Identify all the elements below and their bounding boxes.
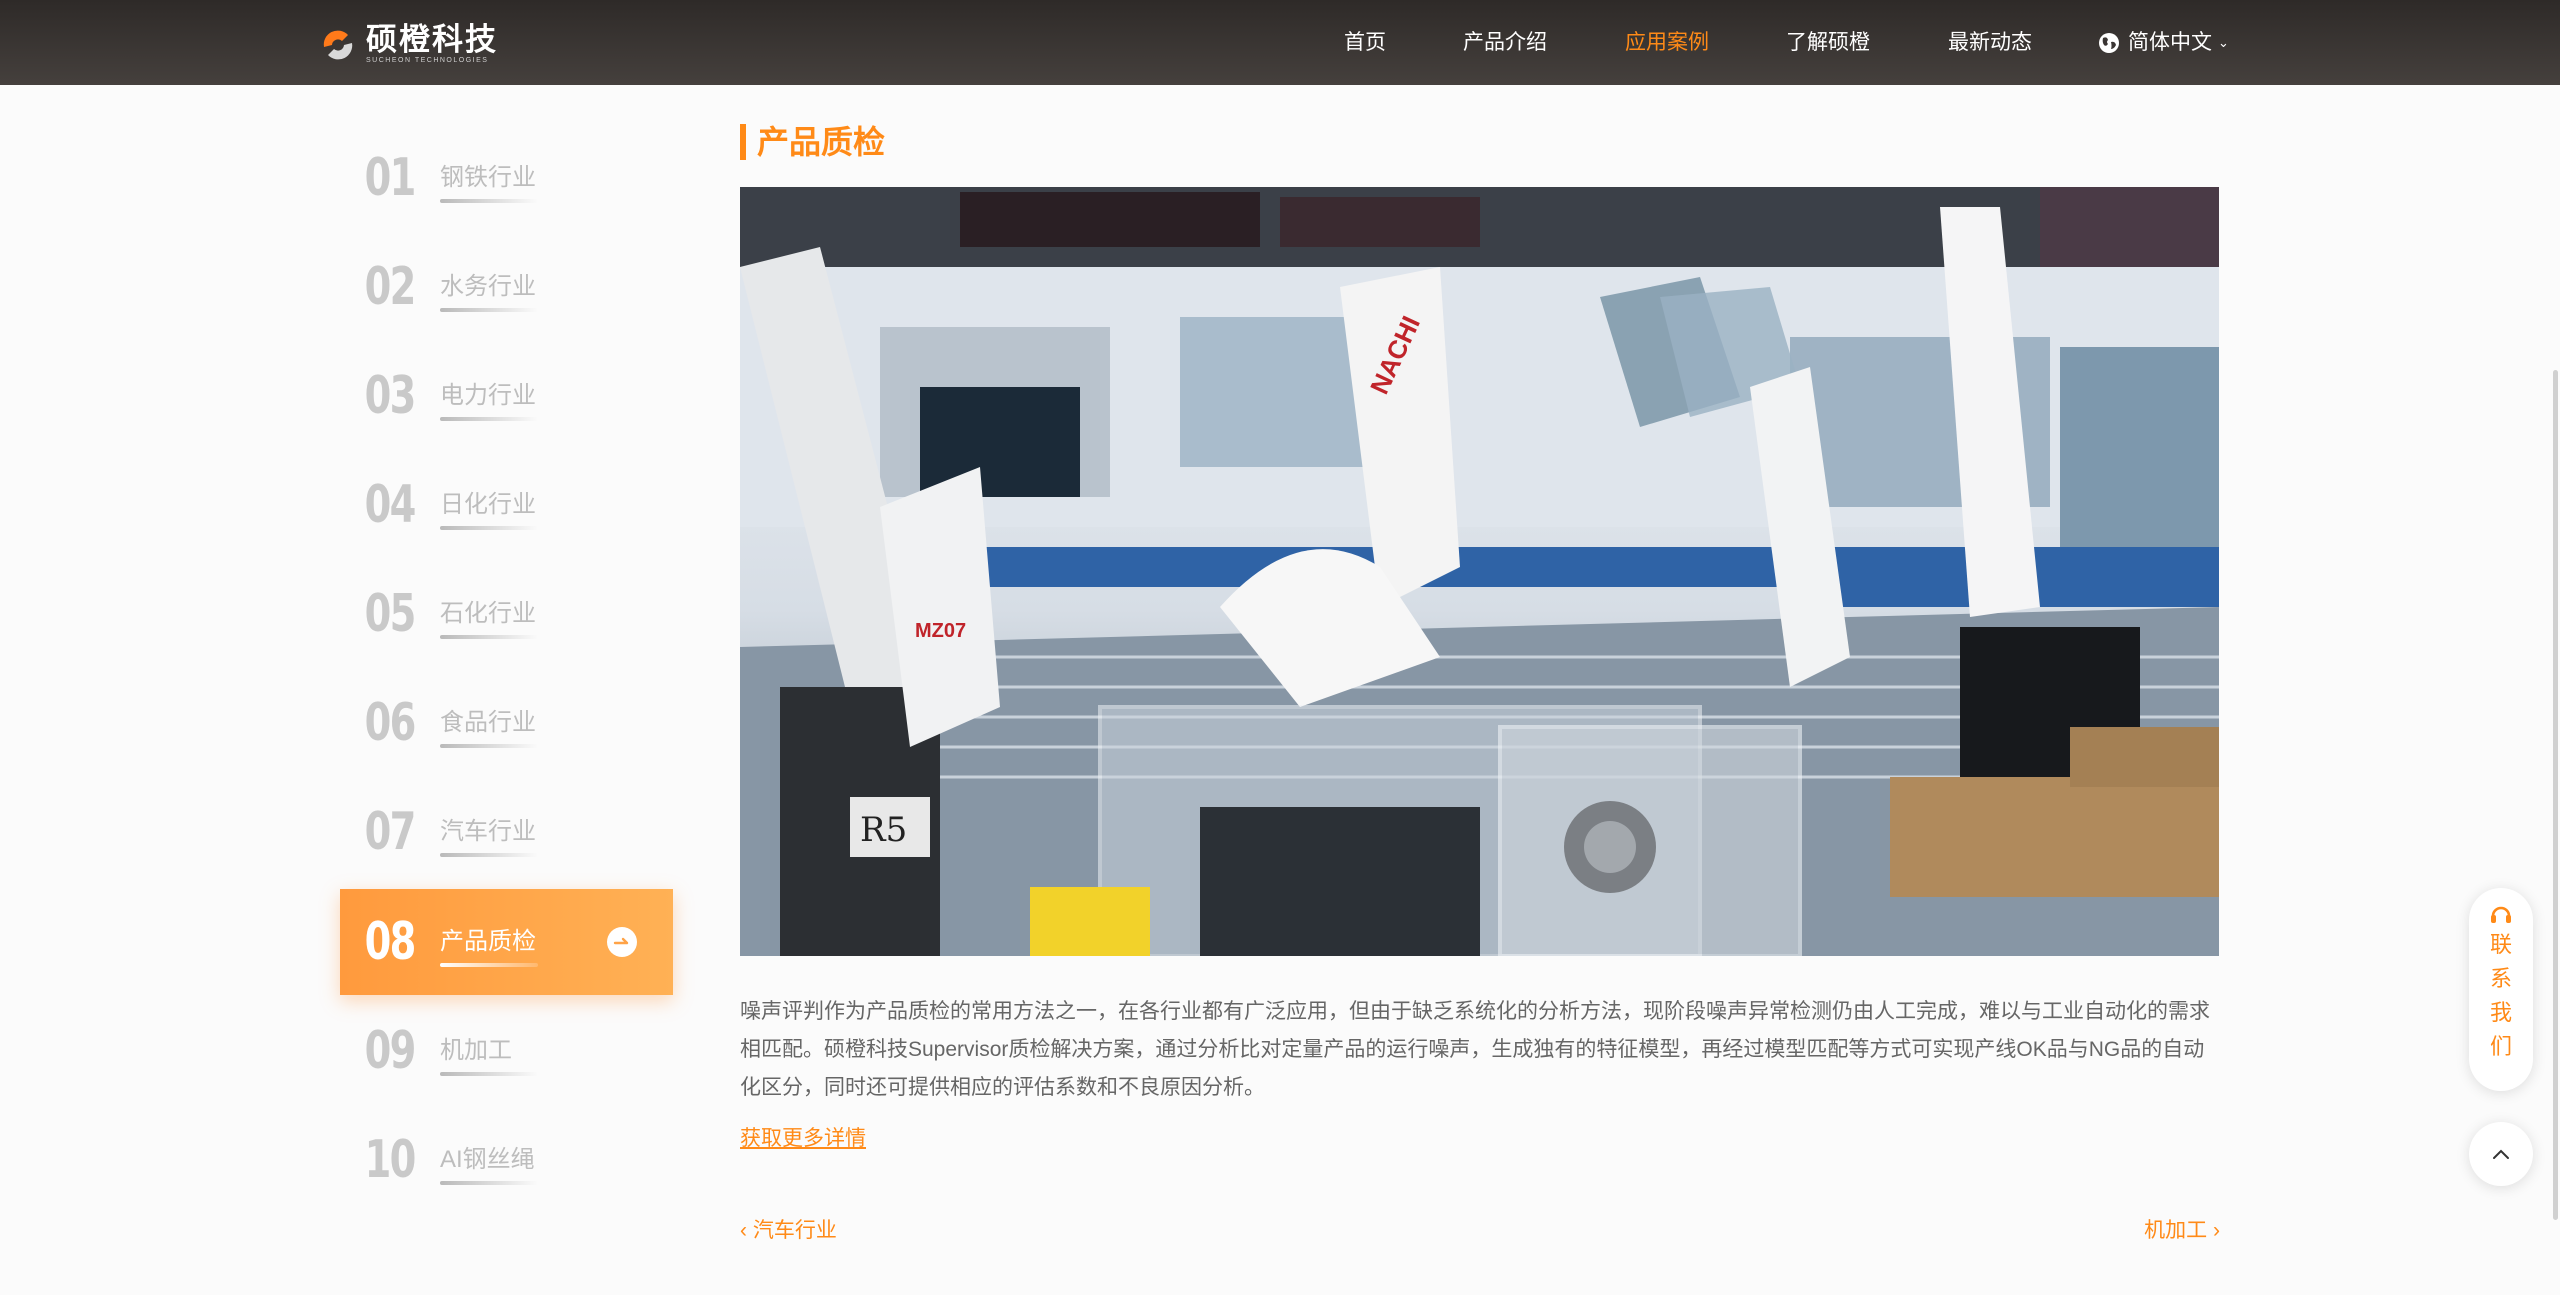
prev-case-link[interactable]: ‹ 汽车行业 bbox=[740, 1216, 837, 1246]
sidebar-item-underline bbox=[440, 417, 538, 421]
nav-item-cases[interactable]: 应用案例 bbox=[1625, 28, 1709, 58]
nav-item-home[interactable]: 首页 bbox=[1344, 28, 1386, 58]
nav-item-news[interactable]: 最新动态 bbox=[1948, 28, 2032, 58]
more-details-link[interactable]: 获取更多详情 bbox=[740, 1124, 866, 1154]
page-title: 产品质检 bbox=[757, 124, 886, 160]
sidebar-item-number: 07 bbox=[364, 802, 417, 862]
sidebar-item-label: 食品行业 bbox=[440, 709, 536, 736]
sidebar-item-underline bbox=[440, 1072, 538, 1076]
sidebar-item-label: 水务行业 bbox=[440, 273, 536, 300]
page-scrollbar[interactable] bbox=[2553, 370, 2558, 1220]
next-case-label: 机加工 bbox=[2144, 1219, 2208, 1242]
case-description: 噪声评判作为产品质检的常用方法之一，在各行业都有广泛应用，但由于缺乏系统化的分析… bbox=[740, 1000, 2210, 1099]
language-label: 简体中文 bbox=[2128, 31, 2212, 54]
sidebar-item-power[interactable]: 03 电力行业 bbox=[340, 343, 673, 449]
sidebar-item-ai-wire-rope[interactable]: 10 AI钢丝绳 bbox=[340, 1107, 673, 1213]
sidebar-item-water[interactable]: 02 水务行业 bbox=[340, 234, 673, 340]
sidebar-item-number: 02 bbox=[364, 257, 417, 317]
arrow-right-icon bbox=[607, 927, 637, 957]
headset-icon bbox=[2491, 906, 2511, 923]
sidebar-item-number: 05 bbox=[364, 584, 417, 644]
sidebar-item-label: AI钢丝绳 bbox=[440, 1146, 535, 1173]
sidebar-item-underline bbox=[440, 1181, 538, 1185]
sidebar-item-machining[interactable]: 09 机加工 bbox=[340, 998, 673, 1104]
sidebar-item-label: 汽车行业 bbox=[440, 818, 536, 845]
sidebar-item-underline bbox=[440, 526, 538, 530]
sidebar-item-label: 石化行业 bbox=[440, 600, 536, 627]
hero-label-r5: R5 bbox=[860, 810, 907, 850]
sidebar-item-number: 08 bbox=[364, 912, 417, 972]
logo[interactable]: 硕橙科技 SUCHEON TECHNOLOGIES bbox=[318, 22, 498, 68]
sidebar-item-steel[interactable]: 01 钢铁行业 bbox=[340, 125, 673, 231]
back-to-top-button[interactable] bbox=[2469, 1122, 2533, 1186]
sidebar-item-number: 09 bbox=[364, 1021, 417, 1081]
sidebar-item-label: 产品质检 bbox=[440, 928, 536, 955]
sidebar-item-number: 03 bbox=[364, 366, 417, 426]
chevron-up-icon bbox=[2493, 1149, 2509, 1159]
sidebar-item-petrochemical[interactable]: 05 石化行业 bbox=[340, 561, 673, 667]
globe-icon bbox=[2099, 33, 2119, 53]
sidebar-item-daily-chemical[interactable]: 04 日化行业 bbox=[340, 452, 673, 558]
sidebar-item-label: 机加工 bbox=[440, 1037, 512, 1064]
sidebar-item-number: 04 bbox=[364, 475, 417, 535]
sidebar-item-underline bbox=[440, 635, 538, 639]
nav-item-products[interactable]: 产品介绍 bbox=[1463, 28, 1547, 58]
logo-name-cn: 硕橙科技 bbox=[366, 22, 498, 58]
contact-us-label: 联系我们 bbox=[2490, 932, 2513, 1059]
sidebar-item-quality-inspection[interactable]: 08 产品质检 bbox=[340, 889, 673, 995]
sidebar-item-number: 01 bbox=[364, 148, 417, 208]
sidebar-item-label: 电力行业 bbox=[440, 382, 536, 409]
sidebar-item-automotive[interactable]: 07 汽车行业 bbox=[340, 779, 673, 885]
chevron-right-icon: › bbox=[2213, 1219, 2220, 1242]
sidebar-item-label: 钢铁行业 bbox=[440, 164, 536, 191]
logo-name-en: SUCHEON TECHNOLOGIES bbox=[366, 57, 489, 64]
language-selector[interactable]: 简体中文 ⌄ bbox=[2098, 28, 2229, 58]
sidebar-item-underline bbox=[440, 963, 538, 967]
sidebar-item-underline bbox=[440, 308, 538, 312]
sidebar-item-number: 06 bbox=[364, 693, 417, 753]
top-header: 硕橙科技 SUCHEON TECHNOLOGIES 首页 产品介绍 应用案例 了… bbox=[0, 0, 2560, 85]
sidebar-item-underline bbox=[440, 744, 538, 748]
sidebar-item-label: 日化行业 bbox=[440, 491, 536, 518]
hero-label-mz07: MZ07 bbox=[915, 620, 966, 642]
logo-mark-icon bbox=[318, 25, 358, 65]
prev-case-label: 汽车行业 bbox=[752, 1219, 837, 1242]
next-case-link[interactable]: 机加工 › bbox=[2144, 1216, 2220, 1246]
title-accent-bar bbox=[740, 124, 746, 160]
chevron-left-icon: ‹ bbox=[740, 1219, 747, 1242]
sidebar-item-number: 10 bbox=[364, 1130, 417, 1190]
hero-image: R5 MZ07 NACHI bbox=[740, 187, 2219, 956]
nav-item-about[interactable]: 了解硕橙 bbox=[1786, 28, 1870, 58]
contact-us-button[interactable]: 联系我们 bbox=[2469, 888, 2533, 1091]
chevron-down-icon: ⌄ bbox=[2218, 35, 2229, 50]
sidebar-item-underline bbox=[440, 199, 538, 203]
sidebar-item-food[interactable]: 06 食品行业 bbox=[340, 670, 673, 776]
sidebar-item-underline bbox=[440, 853, 538, 857]
